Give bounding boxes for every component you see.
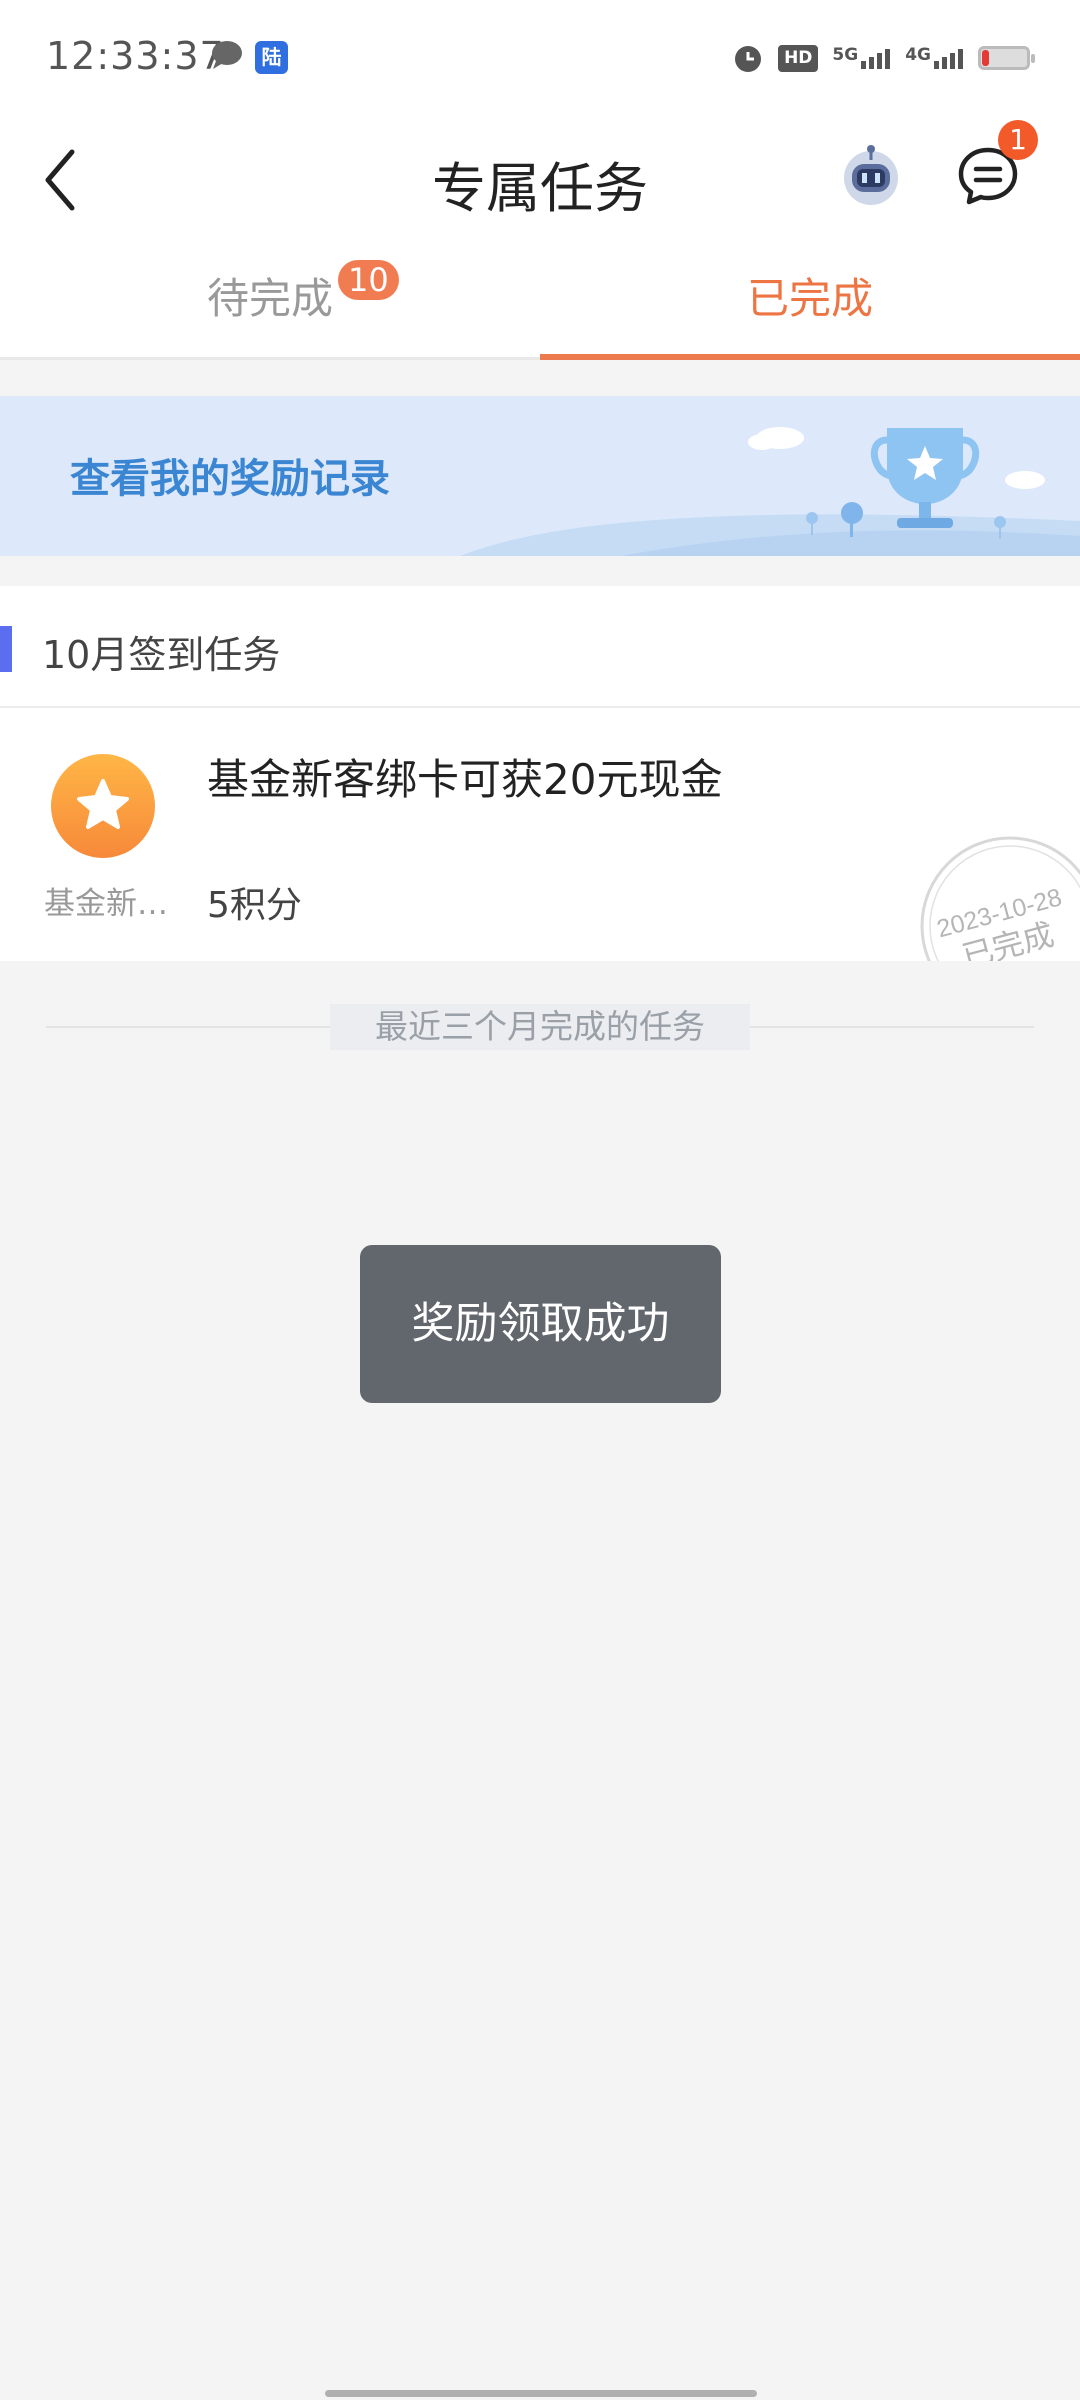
section-title: 10月签到任务	[42, 633, 281, 677]
tab-bar: 待完成 10 已完成	[0, 238, 1080, 360]
lu-app-icon: 陆	[255, 41, 288, 74]
signal-4g-icon: 4G	[905, 47, 964, 69]
section-header: 10月签到任务	[0, 586, 1080, 708]
star-icon	[51, 754, 155, 858]
recent-tasks-divider: 最近三个月完成的任务	[330, 1004, 750, 1050]
tab-pending-label: 待完成	[206, 274, 333, 323]
toast-message: 奖励领取成功	[360, 1245, 721, 1403]
item-points: 5积分	[207, 885, 302, 926]
task-section: 10月签到任务 基金新… 基金新客绑卡可获20元现金 5积分 2023-10-2…	[0, 586, 1080, 961]
section-accent-bar	[0, 626, 12, 672]
reward-record-banner[interactable]: 查看我的奖励记录	[0, 396, 1080, 556]
page-title: 专属任务	[432, 157, 648, 220]
status-time: 12:33:37	[46, 34, 225, 78]
trophy-icon	[870, 428, 980, 528]
tab-pending[interactable]: 待完成	[0, 238, 540, 360]
hd-icon: HD	[778, 44, 819, 72]
pending-count-badge: 10	[338, 260, 399, 300]
tab-completed-label: 已完成	[746, 274, 873, 323]
battery-icon	[978, 46, 1035, 70]
active-tab-indicator	[540, 354, 1080, 360]
alarm-icon	[735, 46, 762, 72]
home-indicator[interactable]	[325, 2390, 757, 2397]
item-caption: 基金新…	[44, 886, 168, 922]
status-bar: 12:33:37 陆 HD 5G 4G	[0, 0, 1080, 118]
list-item[interactable]: 基金新… 基金新客绑卡可获20元现金 5积分 2023-10-28 已完成	[0, 708, 1080, 961]
signal-5g-icon: 5G	[832, 47, 891, 69]
banner-label: 查看我的奖励记录	[70, 456, 390, 502]
robot-assistant-icon[interactable]	[838, 140, 904, 206]
completed-stamp: 2023-10-28 已完成	[920, 836, 1080, 961]
status-indicators: HD 5G 4G	[732, 38, 1035, 78]
nav-header: 专属任务 1	[0, 118, 1080, 238]
chat-bubble-icon	[212, 41, 242, 69]
tab-completed[interactable]: 已完成	[540, 238, 1080, 360]
item-title: 基金新客绑卡可获20元现金	[207, 755, 723, 804]
message-badge: 1	[998, 120, 1038, 160]
